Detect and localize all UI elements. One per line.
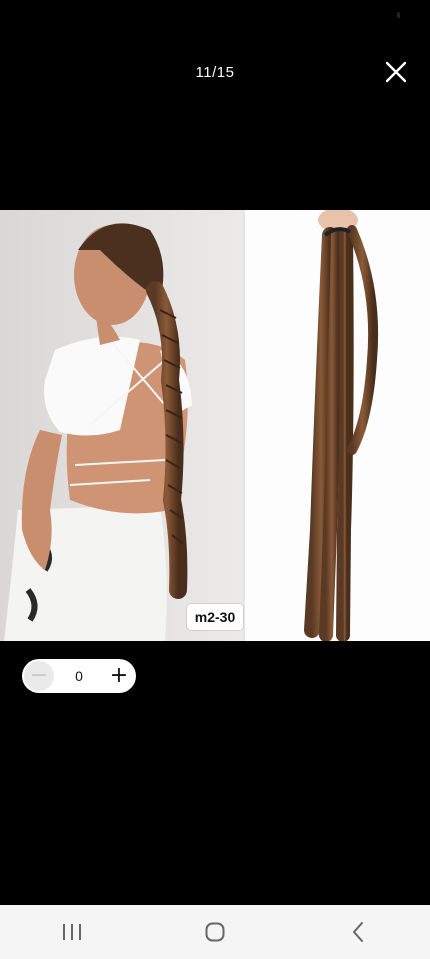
image-counter: 11/15 xyxy=(195,64,235,81)
home-button[interactable] xyxy=(185,912,245,952)
status-indicator xyxy=(397,12,400,18)
decrement-button[interactable]: − xyxy=(24,661,54,691)
variant-label-badge: m2-30 xyxy=(187,604,243,630)
back-button[interactable] xyxy=(328,912,388,952)
close-button[interactable] xyxy=(384,60,408,84)
recent-apps-icon xyxy=(62,924,81,940)
status-bar xyxy=(0,0,430,30)
recent-apps-button[interactable] xyxy=(42,912,102,952)
product-photo-illustration xyxy=(0,210,430,641)
image-viewer-header: 11/15 xyxy=(0,50,430,94)
system-navigation-bar xyxy=(0,905,430,959)
product-photo[interactable]: m2-30 xyxy=(0,210,430,641)
quantity-value: 0 xyxy=(75,668,83,684)
back-icon xyxy=(353,922,364,942)
home-icon xyxy=(205,922,225,942)
quantity-stepper: − 0 + xyxy=(22,659,136,693)
close-icon xyxy=(385,61,407,83)
increment-button[interactable]: + xyxy=(103,661,134,691)
